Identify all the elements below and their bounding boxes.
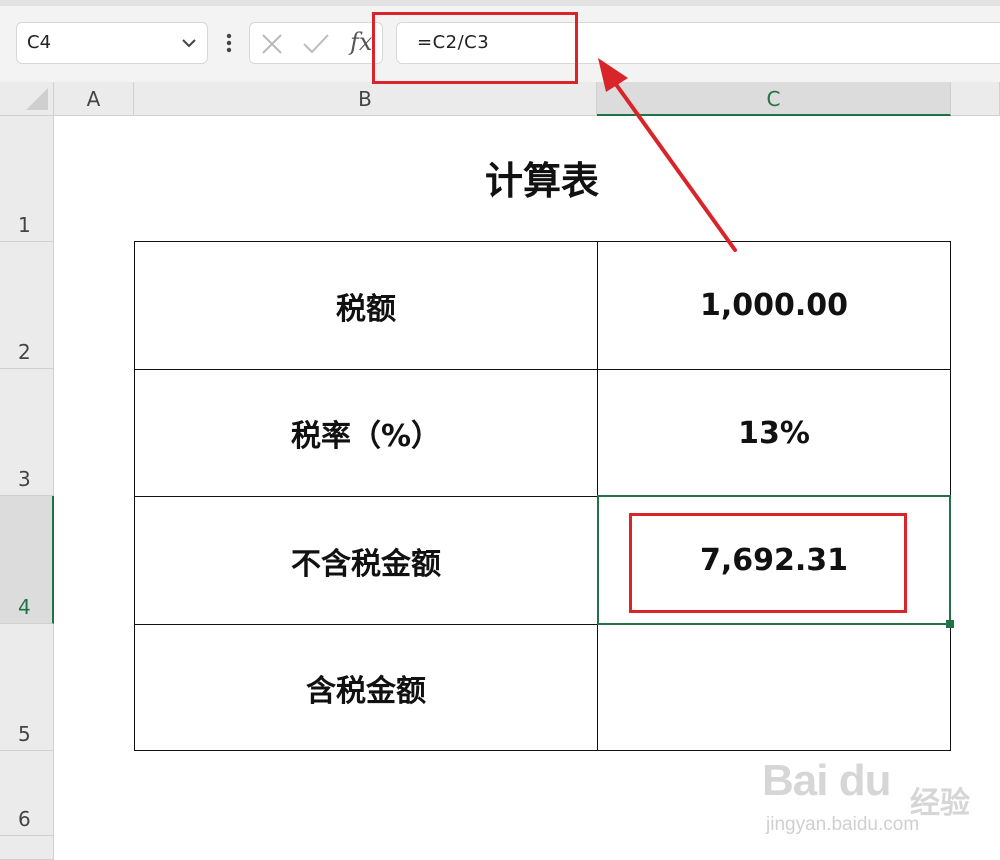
row-header-1[interactable]: 1 bbox=[0, 116, 54, 242]
select-all-corner[interactable] bbox=[0, 82, 54, 116]
toolbar-edge bbox=[0, 0, 1000, 6]
formula-actions: fx bbox=[249, 22, 383, 64]
cell-c3[interactable]: 13% bbox=[597, 369, 951, 497]
row-header-6[interactable]: 6 bbox=[0, 751, 54, 836]
column-header-c[interactable]: C bbox=[597, 82, 951, 116]
column-header-next[interactable] bbox=[951, 82, 1000, 116]
highlight-box-result bbox=[629, 513, 907, 613]
watermark-logo: Bai du bbox=[762, 756, 891, 805]
row-header-4[interactable]: 4 bbox=[0, 496, 54, 624]
row-header-7[interactable] bbox=[0, 836, 54, 860]
more-options-icon[interactable] bbox=[222, 28, 236, 58]
name-box[interactable]: C4 bbox=[16, 22, 208, 64]
cell-c2[interactable]: 1,000.00 bbox=[597, 241, 951, 370]
insert-function-button[interactable]: fx bbox=[350, 28, 372, 56]
cell-b3[interactable]: 税率（%） bbox=[134, 369, 598, 497]
cell-b4[interactable]: 不含税金额 bbox=[134, 496, 598, 625]
row-header-3[interactable]: 3 bbox=[0, 369, 54, 496]
row-header-5[interactable]: 5 bbox=[0, 624, 54, 751]
cell-b5[interactable]: 含税金额 bbox=[134, 624, 598, 751]
column-header-b[interactable]: B bbox=[134, 82, 597, 116]
name-box-value: C4 bbox=[27, 32, 52, 53]
cancel-icon[interactable] bbox=[260, 33, 284, 55]
watermark-url: jingyan.baidu.com bbox=[766, 814, 920, 835]
enter-check-icon[interactable] bbox=[302, 33, 330, 55]
row-header-2[interactable]: 2 bbox=[0, 242, 54, 369]
chevron-down-icon[interactable] bbox=[181, 37, 197, 49]
column-header-a[interactable]: A bbox=[54, 82, 134, 116]
fill-handle[interactable] bbox=[946, 620, 954, 628]
baidu-watermark: Bai du 经验 jingyan.baidu.com bbox=[762, 756, 992, 846]
sheet-title[interactable]: 计算表 bbox=[134, 150, 950, 205]
cell-b2[interactable]: 税额 bbox=[134, 241, 598, 370]
select-all-triangle-icon bbox=[26, 88, 48, 110]
highlight-box-formula bbox=[372, 12, 578, 84]
cell-c5[interactable] bbox=[597, 624, 951, 751]
